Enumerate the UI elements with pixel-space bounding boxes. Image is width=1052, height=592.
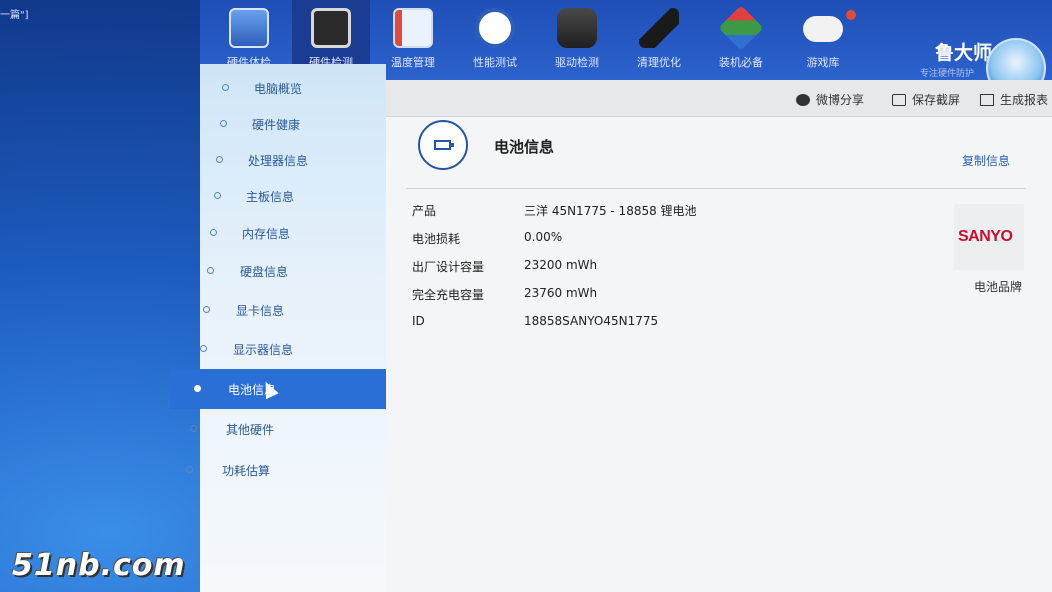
camera-icon bbox=[892, 94, 906, 106]
toolbar: 微博分享 保存截屏 生成报表 bbox=[386, 80, 1052, 117]
sidebar-item-motherboard[interactable]: 主板信息 bbox=[200, 178, 386, 214]
sidebar: 电脑概览 硬件健康 处理器信息 主板信息 内存信息 硬盘信息 显卡信息 显示器信… bbox=[170, 64, 386, 592]
tab-cleanup[interactable]: 清理优化 bbox=[620, 0, 698, 80]
broom-icon bbox=[639, 8, 679, 48]
sidebar-item-overview[interactable]: 电脑概览 bbox=[200, 70, 386, 106]
weibo-share-button[interactable]: 微博分享 bbox=[796, 91, 864, 108]
page-title: 电池信息 bbox=[494, 138, 555, 156]
bullet-icon bbox=[207, 267, 214, 274]
sidebar-item-display[interactable]: 显示器信息 bbox=[200, 331, 386, 367]
close-icon[interactable] bbox=[846, 10, 856, 20]
bullet-icon bbox=[216, 156, 223, 163]
sidebar-item-memory[interactable]: 内存信息 bbox=[200, 215, 386, 251]
sidebar-item-health[interactable]: 硬件健康 bbox=[200, 106, 386, 142]
sidebar-item-gpu[interactable]: 显卡信息 bbox=[200, 292, 386, 328]
monitor-icon bbox=[229, 8, 269, 48]
bullet-icon bbox=[222, 84, 229, 91]
sidebar-item-other[interactable]: 其他硬件 bbox=[170, 411, 356, 447]
bullet-icon bbox=[210, 229, 217, 236]
tab-performance[interactable]: 性能测试 bbox=[456, 0, 534, 80]
tab-driver[interactable]: 驱动检测 bbox=[538, 0, 616, 80]
generate-report-button[interactable]: 生成报表 bbox=[980, 91, 1048, 108]
watermark: 51nb.com bbox=[12, 548, 186, 583]
bullet-icon bbox=[200, 345, 207, 352]
cube-icon bbox=[718, 5, 764, 51]
sidebar-item-power[interactable]: 功耗估算 bbox=[170, 452, 356, 488]
gamepad-icon bbox=[803, 16, 843, 42]
desktop-text: 一篇"] bbox=[0, 10, 29, 21]
bullet-icon bbox=[214, 192, 221, 199]
bullet-icon bbox=[186, 466, 193, 473]
bullet-icon bbox=[194, 385, 201, 392]
monitor-chip-icon bbox=[311, 8, 351, 48]
sidebar-item-disk[interactable]: 硬盘信息 bbox=[200, 253, 386, 289]
copy-info-link[interactable]: 复制信息 bbox=[962, 152, 1010, 169]
bullet-icon bbox=[203, 306, 210, 313]
sidebar-item-battery[interactable]: 电池信息 bbox=[170, 369, 386, 409]
thermometer-icon bbox=[393, 8, 433, 48]
main-panel: 微博分享 保存截屏 生成报表 电池信息 复制信息 产品 三洋 45N1775 -… bbox=[386, 80, 1052, 592]
bullet-icon bbox=[190, 425, 197, 432]
battery-brand-label: 电池品牌 bbox=[973, 280, 1022, 294]
brand-subtitle: 专注硬件防护 bbox=[919, 69, 974, 79]
app-window: 硬件体检 硬件检测 温度管理 性能测试 驱动检测 清理优化 装机必备 游戏库 鲁… bbox=[170, 0, 1052, 592]
divider bbox=[406, 188, 1026, 189]
bullet-icon bbox=[220, 120, 227, 127]
sidebar-item-cpu[interactable]: 处理器信息 bbox=[200, 142, 386, 178]
gauge-icon bbox=[475, 8, 515, 48]
chip-icon bbox=[557, 8, 597, 48]
battery-brand-logo: SANYO bbox=[954, 204, 1024, 270]
weibo-icon bbox=[796, 94, 810, 106]
save-screenshot-button[interactable]: 保存截屏 bbox=[892, 91, 960, 108]
tab-essentials[interactable]: 装机必备 bbox=[702, 0, 780, 80]
sanyo-logo: SANYO bbox=[958, 228, 1013, 245]
battery-icon bbox=[418, 120, 468, 170]
report-icon bbox=[980, 94, 994, 106]
brand-name: 鲁大师 bbox=[934, 42, 992, 64]
